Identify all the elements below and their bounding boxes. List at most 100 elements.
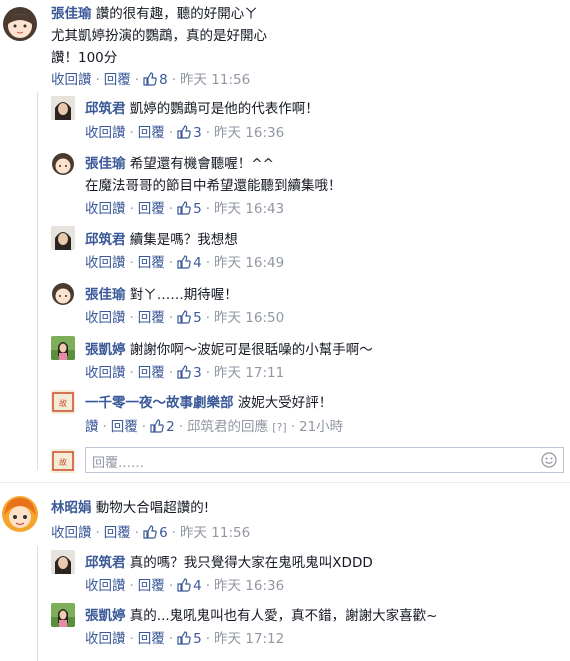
thumbs-up-icon (177, 631, 191, 645)
thumbs-up-icon (143, 525, 157, 539)
reply-link[interactable]: 回覆 (138, 201, 165, 217)
thumbs-up-icon (177, 255, 191, 269)
comment-actions: 收回讚 · 回覆 · 4 · 昨天 16:36 (85, 578, 285, 594)
timestamp[interactable]: 昨天 11:56 (180, 72, 250, 88)
unlike-link[interactable]: 收回讚 (85, 631, 126, 647)
comment-actions: 收回讚 · 回覆 · 4 · 昨天 16:49 (85, 255, 285, 271)
unlike-link[interactable]: 收回讚 (85, 310, 126, 326)
commenter-name[interactable]: 邱筑君 (85, 232, 126, 248)
commenter-name[interactable]: 張佳瑜 (85, 156, 126, 172)
comment-line: 張佳瑜 對ㄚ……期待喔！ (85, 283, 238, 303)
avatar[interactable] (51, 96, 75, 120)
reply-link[interactable]: 回覆 (138, 631, 165, 647)
thumbs-up-icon (177, 125, 191, 139)
like-count[interactable]: 5 (177, 201, 202, 217)
thumbs-up-icon (177, 310, 191, 324)
thumbs-up-icon (177, 201, 191, 215)
avatar[interactable] (0, 2, 40, 42)
comment-actions: 收回讚 · 回覆 · 5 · 昨天 16:50 (85, 310, 285, 326)
unlike-link[interactable]: 收回讚 (85, 125, 126, 141)
like-count[interactable]: 4 (177, 578, 202, 594)
svg-text:故: 故 (59, 457, 67, 467)
like-count[interactable]: 2 (150, 419, 175, 435)
like-count[interactable]: 6 (143, 525, 168, 541)
comment-text: 對ㄚ……期待喔！ (129, 287, 238, 303)
timestamp[interactable]: 21小時 (299, 419, 343, 435)
comment-text: 讚的很有趣，聽的好開心ㄚ (95, 6, 258, 22)
timestamp[interactable]: 昨天 16:49 (214, 255, 284, 271)
commenter-name[interactable]: 林昭娟 (51, 500, 92, 516)
timestamp[interactable]: 昨天 17:11 (214, 365, 284, 381)
reply-link[interactable]: 回覆 (104, 525, 131, 541)
commenter-name[interactable]: 一千零一夜～故事劇樂部 (85, 395, 234, 411)
comment-divider (0, 482, 570, 483)
timestamp[interactable]: 昨天 16:36 (214, 125, 284, 141)
reply-link[interactable]: 回覆 (138, 310, 165, 326)
like-count[interactable]: 4 (177, 255, 202, 271)
reply-link[interactable]: 回覆 (138, 578, 165, 594)
timestamp[interactable]: 昨天 16:36 (214, 578, 284, 594)
like-count[interactable]: 5 (177, 310, 202, 326)
comment-actions: 收回讚 · 回覆 · 3 · 昨天 16:36 (85, 125, 285, 141)
thumbs-up-icon (143, 72, 157, 86)
avatar[interactable] (51, 281, 75, 305)
commenter-name[interactable]: 張凱婷 (85, 608, 126, 624)
timestamp[interactable]: 昨天 11:56 (180, 525, 250, 541)
timestamp[interactable]: 昨天 17:12 (214, 631, 284, 647)
reply-link[interactable]: 回覆 (111, 419, 138, 435)
comment-text: 續集是嗎？我想想 (129, 232, 238, 248)
comment-line: 張佳瑜 希望還有機會聽喔！^^ (85, 152, 274, 172)
like-count[interactable]: 3 (177, 365, 202, 381)
unlike-link[interactable]: 收回讚 (85, 365, 126, 381)
like-count[interactable]: 5 (177, 631, 202, 647)
timestamp[interactable]: 昨天 16:50 (214, 310, 284, 326)
comment-text: 真的嗎？我只覺得大家在鬼吼鬼叫XDDD (129, 555, 373, 571)
avatar[interactable]: 故 (51, 390, 75, 414)
comment-line: 張凱婷 謝謝你啊～波妮可是很聒噪的小幫手啊～ (85, 338, 373, 358)
avatar[interactable] (51, 603, 75, 627)
emoji-icon[interactable] (541, 452, 557, 468)
comment-line: 張凱婷 真的...鬼吼鬼叫也有人愛，真不錯，謝謝大家喜歡~ (85, 604, 437, 624)
avatar: 故 (51, 449, 75, 473)
unlike-link[interactable]: 收回讚 (85, 201, 126, 217)
svg-text:故: 故 (59, 398, 67, 408)
like-count[interactable]: 8 (143, 72, 168, 88)
comment-line: 張佳瑜 讚的很有趣，聽的好開心ㄚ (51, 2, 258, 22)
comment-line: 一千零一夜～故事劇樂部 波妮大受好評！ (85, 391, 332, 411)
reply-link[interactable]: 回覆 (138, 365, 165, 381)
avatar[interactable] (51, 550, 75, 574)
unlike-link[interactable]: 收回讚 (51, 72, 92, 88)
avatar[interactable] (51, 151, 75, 175)
thumbs-up-icon (177, 365, 191, 379)
unlike-link[interactable]: 收回讚 (85, 578, 126, 594)
thumbs-up-icon (177, 578, 191, 592)
comment-actions: 收回讚 · 回覆 · 3 · 昨天 17:11 (85, 365, 285, 381)
commenter-name[interactable]: 張凱婷 (85, 342, 126, 358)
comment-line: 邱筑君 凱婷的鸚鵡可是他的代表作啊！ (85, 97, 319, 117)
avatar[interactable] (51, 226, 75, 250)
commenter-name[interactable]: 邱筑君 (85, 101, 126, 117)
avatar[interactable] (0, 494, 40, 534)
thumbs-up-icon (150, 419, 164, 433)
reply-input[interactable]: 回覆…… (85, 447, 564, 473)
comment-actions: 讚 · 回覆 · 2 · 邱筑君的回應 [?] · 21小時 (85, 419, 344, 435)
like-link[interactable]: 讚 (85, 419, 99, 435)
help-link[interactable]: [?] (272, 421, 286, 434)
reply-link[interactable]: 回覆 (138, 255, 165, 271)
comment-text: 讚！100分 (51, 50, 118, 66)
commenter-name[interactable]: 邱筑君 (85, 555, 126, 571)
comment-text: 在魔法哥哥的節目中希望還能聽到續集哦！ (85, 178, 342, 194)
unlike-link[interactable]: 收回讚 (51, 525, 92, 541)
comment-actions: 收回讚 · 回覆 · 5 · 昨天 16:43 (85, 201, 285, 217)
commenter-name[interactable]: 張佳瑜 (51, 6, 92, 22)
unlike-link[interactable]: 收回讚 (85, 255, 126, 271)
commenter-name[interactable]: 張佳瑜 (85, 287, 126, 303)
comment-line: 邱筑君 真的嗎？我只覺得大家在鬼吼鬼叫XDDD (85, 551, 373, 571)
comment-text: 凱婷的鸚鵡可是他的代表作啊！ (129, 101, 319, 117)
timestamp[interactable]: 昨天 16:43 (214, 201, 284, 217)
reply-placeholder: 回覆…… (92, 456, 145, 471)
like-count[interactable]: 3 (177, 125, 202, 141)
reply-link[interactable]: 回覆 (138, 125, 165, 141)
avatar[interactable] (51, 336, 75, 360)
reply-link[interactable]: 回覆 (104, 72, 131, 88)
